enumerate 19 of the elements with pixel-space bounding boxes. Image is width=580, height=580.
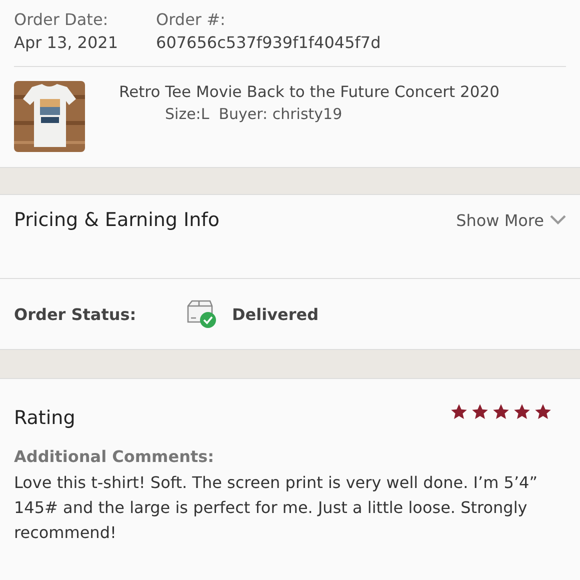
order-date-label: Order Date: (14, 10, 110, 29)
comments-label: Additional Comments: (14, 447, 216, 466)
chevron-icon (550, 215, 566, 225)
size-buyer-text: Size:L Buyer: christy19 (165, 105, 344, 123)
star-icon (450, 403, 468, 421)
star-icon (471, 403, 489, 421)
section-title: Pricing & Earning Info (14, 209, 220, 231)
star-icon (513, 403, 531, 421)
show-more-button[interactable]: Show More (456, 210, 566, 230)
star-icon (492, 403, 510, 421)
product-title: Retro Tee Movie Back to the Future Concert 2020 (119, 83, 500, 101)
order-date: Apr 13, 2021 (14, 33, 118, 52)
order-number-label: Order #: (156, 10, 226, 29)
order-status-label: Order Status: (14, 304, 138, 324)
star-icon (534, 403, 552, 421)
order-number: 607656c537f939f1f4045f7d (156, 33, 381, 52)
order-status: Delivered (232, 304, 319, 324)
comments-text: Love this t-shirt! Soft. The screen print is very well done. I’m 5’4” 145# and the large is perfect for me. Just a little loose. Strongly recommend! (14, 472, 538, 544)
section-title: Rating (14, 407, 76, 429)
